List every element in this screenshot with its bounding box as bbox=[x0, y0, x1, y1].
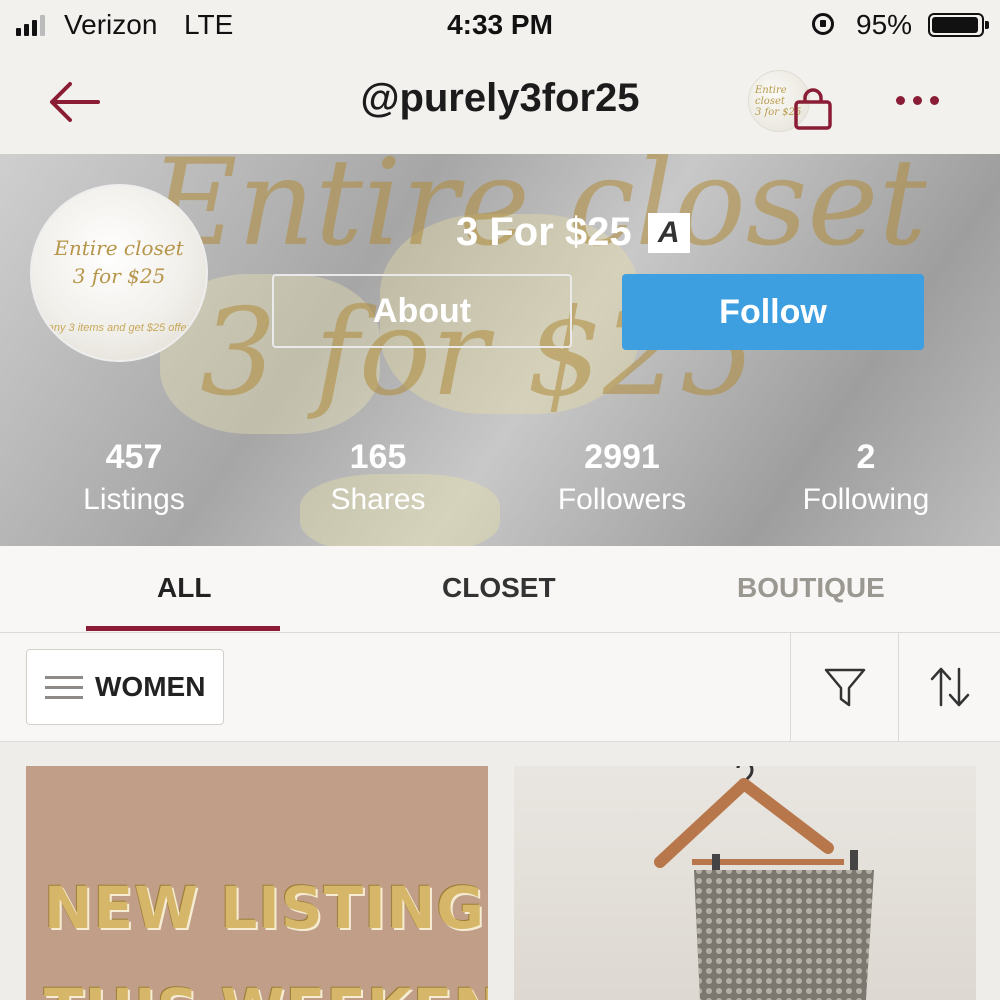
stat-label: Shares bbox=[330, 483, 426, 516]
shopping-bag-icon bbox=[794, 88, 832, 130]
bundle-bag-button[interactable]: Entire closet 3 for $25 bbox=[748, 70, 848, 140]
dot-icon bbox=[896, 95, 905, 105]
stat-followers[interactable]: 2991 Followers bbox=[502, 438, 742, 517]
stat-listings[interactable]: 457 Listings bbox=[14, 438, 254, 517]
tab-boutique[interactable]: BOUTIQUE bbox=[737, 572, 885, 604]
closet-tabs: ALL CLOSET BOUTIQUE bbox=[0, 546, 1000, 633]
active-tab-indicator bbox=[86, 626, 280, 631]
stat-value: 2991 bbox=[584, 438, 660, 476]
listing-promo-text: NEW LISTINGS bbox=[44, 874, 488, 942]
filter-button[interactable] bbox=[790, 633, 899, 741]
shop-name: 3 For $25 A bbox=[456, 210, 690, 255]
listing-card[interactable] bbox=[514, 766, 976, 1000]
profile-banner: Entire closet 3 for $25 Entire closet 3 … bbox=[0, 154, 1000, 546]
battery-icon bbox=[928, 13, 989, 37]
sort-arrows-icon bbox=[930, 667, 970, 707]
stat-value: 165 bbox=[349, 438, 407, 476]
top-navigation: @purely3for25 Entire closet 3 for $25 bbox=[0, 52, 1000, 154]
tab-all[interactable]: ALL bbox=[157, 572, 211, 604]
stat-following[interactable]: 2 Following bbox=[746, 438, 986, 517]
dot-icon bbox=[930, 95, 939, 105]
menu-icon bbox=[45, 675, 83, 699]
stat-label: Listings bbox=[83, 483, 185, 516]
follow-button[interactable]: Follow bbox=[622, 274, 924, 350]
ambassador-badge-icon: A bbox=[647, 212, 690, 253]
department-label: WOMEN bbox=[95, 671, 206, 702]
stat-label: Followers bbox=[557, 483, 687, 516]
rotation-lock-icon bbox=[812, 13, 834, 35]
battery-percent: 95% bbox=[856, 9, 913, 40]
profile-avatar[interactable]: Entire closet 3 for $25 any 3 items and … bbox=[30, 184, 208, 362]
funnel-icon bbox=[824, 668, 866, 707]
listings-grid: NEW LISTINGS THIS WEEKEND bbox=[0, 742, 1000, 1000]
tab-closet[interactable]: CLOSET bbox=[442, 572, 556, 604]
status-bar: Verizon LTE 4:33 PM 95% bbox=[0, 0, 1000, 52]
department-selector[interactable]: WOMEN bbox=[26, 649, 224, 725]
closet-username: @purely3for25 bbox=[360, 76, 640, 120]
dress-on-hanger-image bbox=[654, 766, 874, 1000]
listing-promo-text: THIS WEEKEND bbox=[44, 976, 488, 1000]
listing-card[interactable]: NEW LISTINGS THIS WEEKEND bbox=[26, 766, 488, 1000]
about-button[interactable]: About bbox=[272, 274, 572, 348]
avatar-text: Entire closet bbox=[54, 236, 184, 260]
sort-button[interactable] bbox=[898, 633, 1000, 741]
stat-value: 2 bbox=[856, 438, 876, 476]
stat-label: Following bbox=[802, 483, 930, 516]
avatar-text: 3 for $25 bbox=[72, 264, 166, 288]
shop-name-text: 3 For $25 bbox=[456, 210, 632, 254]
dot-icon bbox=[913, 95, 922, 105]
more-options-button[interactable] bbox=[896, 88, 946, 112]
clock: 4:33 PM bbox=[447, 9, 553, 40]
avatar-text: any 3 items and get $25 offer bbox=[47, 322, 191, 334]
stat-shares[interactable]: 165 Shares bbox=[258, 438, 498, 517]
stat-value: 457 bbox=[105, 438, 163, 476]
filter-bar: WOMEN bbox=[0, 633, 1000, 742]
